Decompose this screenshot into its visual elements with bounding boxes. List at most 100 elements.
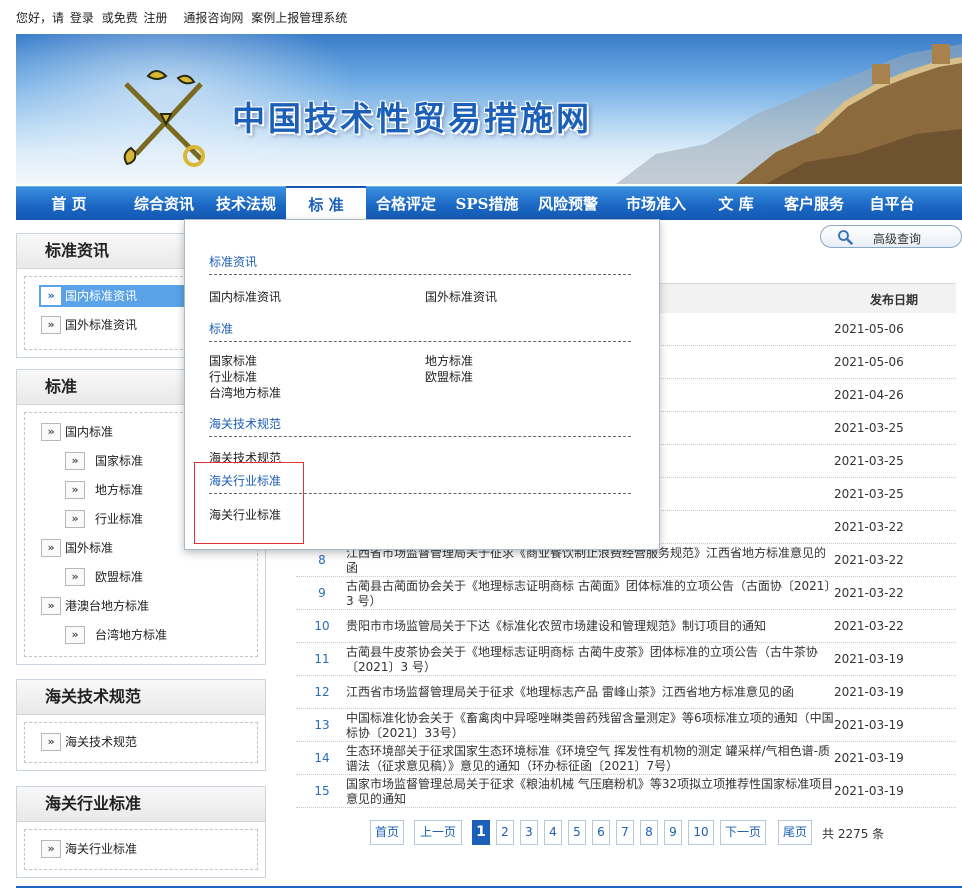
sidebar-item-national-standards[interactable]: » 国家标准	[65, 450, 143, 472]
chevron-right-icon: »	[41, 539, 61, 557]
row-title[interactable]: 古蔺县古蔺面协会关于《地理标志证明商标 古蔺面》团体标准的立项公告（古面协〔20…	[346, 579, 836, 609]
table-row[interactable]: 10 贵阳市市场监管局关于下达《标准化农贸市场建设和管理规范》制订项目的通知 202…	[296, 610, 956, 643]
page-8-button[interactable]: 8	[640, 820, 658, 845]
row-date: 2021-03-22	[834, 553, 904, 567]
chevron-right-icon: »	[41, 287, 61, 305]
row-date: 2021-03-25	[834, 487, 904, 501]
table-row[interactable]: 14 生态环境部关于征求国家生态环境标准《环境空气 挥发性有机物的测定 罐采样/气…	[296, 742, 956, 775]
sidebar-item-industry-standards[interactable]: » 行业标准	[65, 508, 143, 530]
sidebar-customs-industry: 海关行业标准 » 海关行业标准	[16, 786, 266, 878]
sidebar-item-label: 国外标准资讯	[65, 318, 138, 332]
row-title[interactable]: 江西省市场监督管理局关于征求《商业餐饮制止浪费经营服务规范》江西省地方标准意见的…	[346, 546, 836, 576]
table-row[interactable]: 9 古蔺县古蔺面协会关于《地理标志证明商标 古蔺面》团体标准的立项公告（古面协〔2…	[296, 577, 956, 610]
dropdown-link-industry[interactable]: 行业标准	[209, 368, 257, 385]
row-title[interactable]: 贵阳市市场监管局关于下达《标准化农贸市场建设和管理规范》制订项目的通知	[346, 619, 836, 634]
sidebar-item-hk-macao-taiwan[interactable]: » 港澳台地方标准	[41, 595, 149, 617]
first-page-button[interactable]: 首页	[370, 820, 404, 845]
sidebar-item-label: 港澳台地方标准	[65, 599, 150, 613]
chevron-right-icon: »	[41, 597, 61, 615]
sidebar-item-label: 地方标准	[95, 483, 144, 497]
dropdown-link-national[interactable]: 国家标准	[209, 352, 257, 369]
sidebar-item-label: 国外标准	[65, 541, 114, 555]
sidebar-item-label: 国内标准资讯	[65, 289, 138, 303]
dropdown-link-local[interactable]: 地方标准	[425, 352, 473, 369]
sidebar-item-label: 国家标准	[95, 454, 144, 468]
dropdown-section-standards: 标准	[209, 320, 631, 342]
sidebar-item-eu-standards[interactable]: » 欧盟标准	[65, 566, 143, 588]
row-title[interactable]: 江西省市场监督管理局关于征求《地理标志产品 雷峰山茶》江西省地方标准意见的函	[346, 685, 836, 700]
row-date: 2021-03-25	[834, 454, 904, 468]
nav-home[interactable]: 首 页	[36, 187, 102, 221]
nav-sps[interactable]: SPS措施	[452, 187, 522, 221]
table-row[interactable]: 11 古蔺县牛皮茶协会关于《地理标志证明商标 古蔺牛皮茶》团体标准的立项公告（古牛…	[296, 643, 956, 676]
greeting-text: 您好，请	[16, 11, 65, 25]
search-icon	[838, 230, 853, 245]
nav-customer-service[interactable]: 客户服务	[776, 187, 852, 221]
nav-library[interactable]: 文 库	[704, 187, 768, 221]
footer-divider	[16, 886, 962, 888]
row-number: 9	[318, 586, 326, 600]
sidebar-item-foreign-standards[interactable]: » 国外标准	[41, 537, 113, 559]
top-bar: 您好，请 登录 或免费 注册 通报咨询网 案例上报管理系统	[0, 0, 962, 32]
row-title[interactable]: 中国标准化协会关于《畜禽肉中异噁唑啉类兽药残留含量测定》等6项标准立项的通知（中…	[346, 711, 836, 741]
sidebar-item-domestic-standards[interactable]: » 国内标准	[41, 421, 113, 443]
sidebar-item-domestic-news[interactable]: » 国内标准资讯	[39, 285, 189, 307]
sidebar-item-customs-industry[interactable]: » 海关行业标准	[41, 838, 137, 860]
prev-page-button[interactable]: 上一页	[414, 820, 462, 845]
row-date: 2021-03-19	[834, 652, 904, 666]
notification-consult-link[interactable]: 通报咨询网	[183, 11, 243, 25]
nav-market-access[interactable]: 市场准入	[618, 187, 694, 221]
chevron-right-icon: »	[65, 510, 85, 528]
page-4-button[interactable]: 4	[544, 820, 562, 845]
login-link[interactable]: 登录	[70, 11, 94, 25]
row-title[interactable]: 国家市场监督管理总局关于征求《粮油机械 气压磨粉机》等32项拟立项推荐性国家标准…	[346, 777, 836, 807]
page-9-button[interactable]: 9	[664, 820, 682, 845]
dropdown-section-customs-tech: 海关技术规范	[209, 415, 631, 437]
row-number: 15	[314, 784, 330, 798]
nav-tech-regulations[interactable]: 技术法规	[210, 187, 282, 221]
nav-self-platform[interactable]: 自平台	[862, 187, 922, 221]
page-2-button[interactable]: 2	[496, 820, 514, 845]
page-3-button[interactable]: 3	[520, 820, 538, 845]
dropdown-link-domestic-news[interactable]: 国内标准资讯	[209, 288, 281, 305]
sidebar-item-foreign-news[interactable]: » 国外标准资讯	[41, 314, 137, 336]
row-date: 2021-03-19	[834, 718, 904, 732]
dropdown-link-taiwan[interactable]: 台湾地方标准	[209, 384, 281, 401]
last-page-button[interactable]: 尾页	[778, 820, 812, 845]
row-date: 2021-03-25	[834, 421, 904, 435]
standards-dropdown-menu: 标准资讯 国内标准资讯 国外标准资讯 标准 国家标准 地方标准 行业标准 欧盟标…	[184, 219, 660, 550]
dropdown-link-foreign-news[interactable]: 国外标准资讯	[425, 288, 497, 305]
advanced-search-label: 高级查询	[873, 232, 922, 246]
advanced-search-button[interactable]: 高级查询	[820, 225, 962, 248]
row-date: 2021-03-19	[834, 784, 904, 798]
table-row[interactable]: 13 中国标准化协会关于《畜禽肉中异噁唑啉类兽药残留含量测定》等6项标准立项的通知…	[296, 709, 956, 742]
dropdown-link-eu[interactable]: 欧盟标准	[425, 368, 473, 385]
register-link[interactable]: 注册	[144, 11, 168, 25]
chevron-right-icon: »	[65, 481, 85, 499]
row-title[interactable]: 古蔺县牛皮茶协会关于《地理标志证明商标 古蔺牛皮茶》团体标准的立项公告（古牛茶协…	[346, 645, 836, 675]
nav-standards[interactable]: 标 准	[286, 186, 366, 222]
nav-news[interactable]: 综合资讯	[124, 187, 204, 221]
table-row[interactable]: 15 国家市场监督管理总局关于征求《粮油机械 气压磨粉机》等32项拟立项推荐性国家…	[296, 775, 956, 808]
table-row[interactable]: 12 江西省市场监督管理局关于征求《地理标志产品 雷峰山茶》江西省地方标准意见的函…	[296, 676, 956, 709]
chevron-right-icon: »	[65, 626, 85, 644]
row-date: 2021-05-06	[834, 322, 904, 336]
row-date: 2021-05-06	[834, 355, 904, 369]
sidebar-customs-tech-title: 海关技术规范	[17, 680, 265, 715]
page-7-button[interactable]: 7	[616, 820, 634, 845]
case-report-system-link[interactable]: 案例上报管理系统	[251, 11, 347, 25]
next-page-button[interactable]: 下一页	[720, 820, 766, 845]
page-1-button[interactable]: 1	[472, 820, 490, 845]
sidebar-item-local-standards[interactable]: » 地方标准	[65, 479, 143, 501]
row-title[interactable]: 生态环境部关于征求国家生态环境标准《环境空气 挥发性有机物的测定 罐采样/气相色…	[346, 744, 836, 774]
sidebar-item-taiwan-local[interactable]: » 台湾地方标准	[65, 624, 167, 646]
nav-risk-alert[interactable]: 风险预警	[530, 187, 606, 221]
row-date: 2021-03-19	[834, 751, 904, 765]
page-6-button[interactable]: 6	[592, 820, 610, 845]
sidebar-item-customs-tech[interactable]: » 海关技术规范	[41, 731, 137, 753]
page-10-button[interactable]: 10	[688, 820, 714, 845]
sidebar-item-label: 行业标准	[95, 512, 144, 526]
row-number: 10	[314, 619, 330, 633]
nav-conformity[interactable]: 合格评定	[368, 187, 444, 221]
page-5-button[interactable]: 5	[568, 820, 586, 845]
